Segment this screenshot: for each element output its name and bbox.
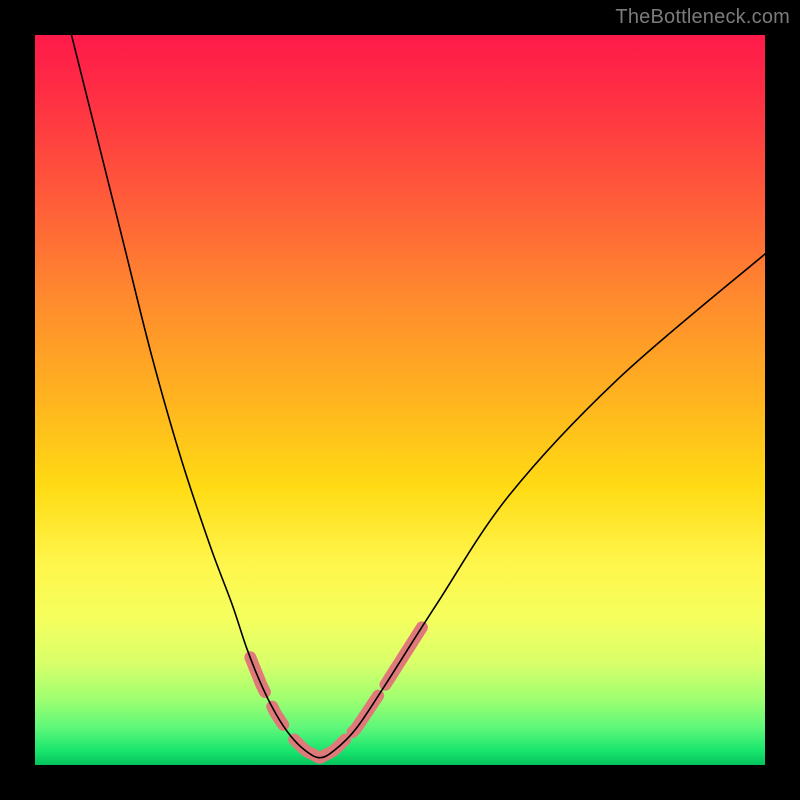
watermark-text: TheBottleneck.com [615, 6, 790, 29]
bottleneck-curve [72, 35, 766, 758]
curve-svg [35, 35, 765, 765]
plot-area [35, 35, 765, 765]
chart-frame: TheBottleneck.com [0, 0, 800, 800]
highlight-group [250, 627, 422, 757]
